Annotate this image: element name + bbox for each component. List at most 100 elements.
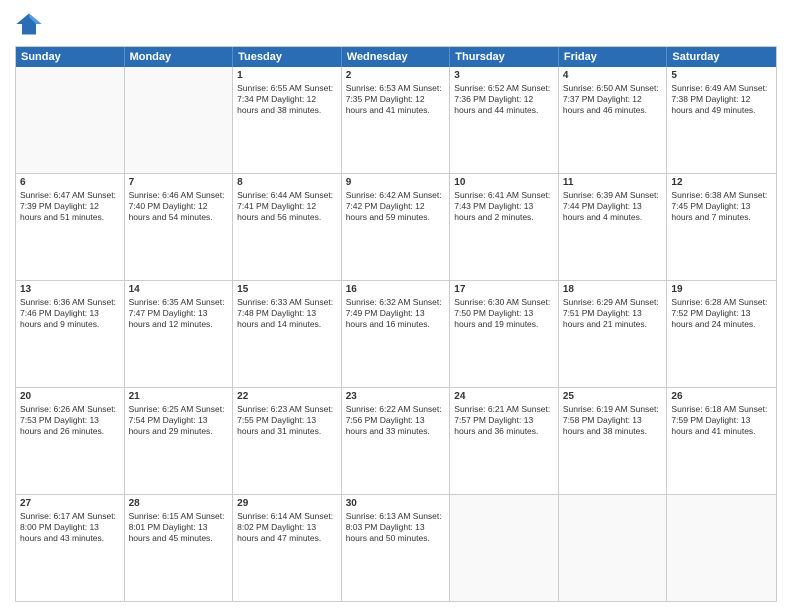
day-info: Sunrise: 6:47 AM Sunset: 7:39 PM Dayligh… bbox=[20, 190, 120, 223]
calendar-cell: 15 Sunrise: 6:33 AM Sunset: 7:48 PM Dayli… bbox=[233, 281, 342, 387]
day-info: Sunrise: 6:53 AM Sunset: 7:35 PM Dayligh… bbox=[346, 83, 446, 116]
calendar-cell: 16 Sunrise: 6:32 AM Sunset: 7:49 PM Dayli… bbox=[342, 281, 451, 387]
calendar-cell: 25 Sunrise: 6:19 AM Sunset: 7:58 PM Dayli… bbox=[559, 388, 668, 494]
calendar-cell: 12 Sunrise: 6:38 AM Sunset: 7:45 PM Dayli… bbox=[667, 174, 776, 280]
logo-icon bbox=[15, 10, 43, 38]
calendar-cell: 18 Sunrise: 6:29 AM Sunset: 7:51 PM Dayli… bbox=[559, 281, 668, 387]
day-info: Sunrise: 6:52 AM Sunset: 7:36 PM Dayligh… bbox=[454, 83, 554, 116]
calendar-cell: 4 Sunrise: 6:50 AM Sunset: 7:37 PM Daylig… bbox=[559, 67, 668, 173]
day-info: Sunrise: 6:21 AM Sunset: 7:57 PM Dayligh… bbox=[454, 404, 554, 437]
calendar-cell bbox=[125, 67, 234, 173]
header bbox=[15, 10, 777, 38]
day-info: Sunrise: 6:19 AM Sunset: 7:58 PM Dayligh… bbox=[563, 404, 663, 437]
day-info: Sunrise: 6:42 AM Sunset: 7:42 PM Dayligh… bbox=[346, 190, 446, 223]
day-number: 21 bbox=[129, 391, 229, 402]
calendar-cell: 13 Sunrise: 6:36 AM Sunset: 7:46 PM Dayli… bbox=[16, 281, 125, 387]
day-number: 6 bbox=[20, 177, 120, 188]
page: SundayMondayTuesdayWednesdayThursdayFrid… bbox=[0, 0, 792, 612]
calendar-cell: 10 Sunrise: 6:41 AM Sunset: 7:43 PM Dayli… bbox=[450, 174, 559, 280]
day-number: 15 bbox=[237, 284, 337, 295]
calendar-cell: 9 Sunrise: 6:42 AM Sunset: 7:42 PM Daylig… bbox=[342, 174, 451, 280]
calendar-cell: 14 Sunrise: 6:35 AM Sunset: 7:47 PM Dayli… bbox=[125, 281, 234, 387]
calendar-body: 1Sunrise: 6:55 AM Sunset: 7:34 PM Daylig… bbox=[16, 67, 776, 601]
calendar-cell: 27 Sunrise: 6:17 AM Sunset: 8:00 PM Dayli… bbox=[16, 495, 125, 601]
day-info: Sunrise: 6:25 AM Sunset: 7:54 PM Dayligh… bbox=[129, 404, 229, 437]
calendar-cell: 26Sunrise: 6:18 AM Sunset: 7:59 PM Dayli… bbox=[667, 388, 776, 494]
day-info: Sunrise: 6:36 AM Sunset: 7:46 PM Dayligh… bbox=[20, 297, 120, 330]
weekday-header: Thursday bbox=[450, 47, 559, 67]
day-info: Sunrise: 6:15 AM Sunset: 8:01 PM Dayligh… bbox=[129, 511, 229, 544]
day-number: 24 bbox=[454, 391, 554, 402]
day-number: 26 bbox=[671, 391, 772, 402]
day-number: 14 bbox=[129, 284, 229, 295]
calendar-row: 20Sunrise: 6:26 AM Sunset: 7:53 PM Dayli… bbox=[16, 387, 776, 494]
day-number: 10 bbox=[454, 177, 554, 188]
day-info: Sunrise: 6:50 AM Sunset: 7:37 PM Dayligh… bbox=[563, 83, 663, 116]
calendar-cell: 23 Sunrise: 6:22 AM Sunset: 7:56 PM Dayli… bbox=[342, 388, 451, 494]
logo bbox=[15, 10, 47, 38]
calendar-row: 6 Sunrise: 6:47 AM Sunset: 7:39 PM Daylig… bbox=[16, 173, 776, 280]
day-number: 12 bbox=[671, 177, 772, 188]
day-info: Sunrise: 6:38 AM Sunset: 7:45 PM Dayligh… bbox=[671, 190, 772, 223]
day-info: Sunrise: 6:41 AM Sunset: 7:43 PM Dayligh… bbox=[454, 190, 554, 223]
weekday-header: Monday bbox=[125, 47, 234, 67]
day-number: 30 bbox=[346, 498, 446, 509]
day-info: Sunrise: 6:49 AM Sunset: 7:38 PM Dayligh… bbox=[671, 83, 772, 116]
day-info: Sunrise: 6:35 AM Sunset: 7:47 PM Dayligh… bbox=[129, 297, 229, 330]
weekday-header: Wednesday bbox=[342, 47, 451, 67]
calendar-cell: 1Sunrise: 6:55 AM Sunset: 7:34 PM Daylig… bbox=[233, 67, 342, 173]
day-info: Sunrise: 6:39 AM Sunset: 7:44 PM Dayligh… bbox=[563, 190, 663, 223]
calendar-cell: 21 Sunrise: 6:25 AM Sunset: 7:54 PM Dayli… bbox=[125, 388, 234, 494]
calendar-cell: 19 Sunrise: 6:28 AM Sunset: 7:52 PM Dayli… bbox=[667, 281, 776, 387]
day-number: 11 bbox=[563, 177, 663, 188]
day-number: 7 bbox=[129, 177, 229, 188]
day-info: Sunrise: 6:26 AM Sunset: 7:53 PM Dayligh… bbox=[20, 404, 120, 437]
day-number: 1 bbox=[237, 70, 337, 81]
calendar-cell: 2 Sunrise: 6:53 AM Sunset: 7:35 PM Daylig… bbox=[342, 67, 451, 173]
calendar-cell: 6 Sunrise: 6:47 AM Sunset: 7:39 PM Daylig… bbox=[16, 174, 125, 280]
day-number: 4 bbox=[563, 70, 663, 81]
day-number: 13 bbox=[20, 284, 120, 295]
day-info: Sunrise: 6:17 AM Sunset: 8:00 PM Dayligh… bbox=[20, 511, 120, 544]
day-number: 27 bbox=[20, 498, 120, 509]
calendar-cell: 7 Sunrise: 6:46 AM Sunset: 7:40 PM Daylig… bbox=[125, 174, 234, 280]
weekday-header: Friday bbox=[559, 47, 668, 67]
calendar-cell: 29Sunrise: 6:14 AM Sunset: 8:02 PM Dayli… bbox=[233, 495, 342, 601]
day-info: Sunrise: 6:33 AM Sunset: 7:48 PM Dayligh… bbox=[237, 297, 337, 330]
day-number: 25 bbox=[563, 391, 663, 402]
day-number: 16 bbox=[346, 284, 446, 295]
calendar-cell bbox=[667, 495, 776, 601]
day-info: Sunrise: 6:32 AM Sunset: 7:49 PM Dayligh… bbox=[346, 297, 446, 330]
day-number: 5 bbox=[671, 70, 772, 81]
calendar-cell: 30Sunrise: 6:13 AM Sunset: 8:03 PM Dayli… bbox=[342, 495, 451, 601]
day-number: 3 bbox=[454, 70, 554, 81]
day-info: Sunrise: 6:22 AM Sunset: 7:56 PM Dayligh… bbox=[346, 404, 446, 437]
calendar-cell: 5 Sunrise: 6:49 AM Sunset: 7:38 PM Daylig… bbox=[667, 67, 776, 173]
day-info: Sunrise: 6:30 AM Sunset: 7:50 PM Dayligh… bbox=[454, 297, 554, 330]
calendar-row: 27 Sunrise: 6:17 AM Sunset: 8:00 PM Dayli… bbox=[16, 494, 776, 601]
calendar-cell: 11 Sunrise: 6:39 AM Sunset: 7:44 PM Dayli… bbox=[559, 174, 668, 280]
calendar-cell bbox=[559, 495, 668, 601]
day-info: Sunrise: 6:46 AM Sunset: 7:40 PM Dayligh… bbox=[129, 190, 229, 223]
calendar: SundayMondayTuesdayWednesdayThursdayFrid… bbox=[15, 46, 777, 602]
calendar-cell bbox=[450, 495, 559, 601]
calendar-cell: 24 Sunrise: 6:21 AM Sunset: 7:57 PM Dayli… bbox=[450, 388, 559, 494]
calendar-cell: 3 Sunrise: 6:52 AM Sunset: 7:36 PM Daylig… bbox=[450, 67, 559, 173]
day-number: 17 bbox=[454, 284, 554, 295]
day-number: 28 bbox=[129, 498, 229, 509]
day-info: Sunrise: 6:29 AM Sunset: 7:51 PM Dayligh… bbox=[563, 297, 663, 330]
calendar-row: 1Sunrise: 6:55 AM Sunset: 7:34 PM Daylig… bbox=[16, 67, 776, 173]
day-number: 18 bbox=[563, 284, 663, 295]
day-number: 19 bbox=[671, 284, 772, 295]
day-info: Sunrise: 6:44 AM Sunset: 7:41 PM Dayligh… bbox=[237, 190, 337, 223]
day-number: 29 bbox=[237, 498, 337, 509]
day-number: 23 bbox=[346, 391, 446, 402]
day-number: 22 bbox=[237, 391, 337, 402]
weekday-header: Saturday bbox=[667, 47, 776, 67]
calendar-cell: 28 Sunrise: 6:15 AM Sunset: 8:01 PM Dayli… bbox=[125, 495, 234, 601]
calendar-row: 13 Sunrise: 6:36 AM Sunset: 7:46 PM Dayli… bbox=[16, 280, 776, 387]
day-number: 2 bbox=[346, 70, 446, 81]
day-info: Sunrise: 6:28 AM Sunset: 7:52 PM Dayligh… bbox=[671, 297, 772, 330]
calendar-cell: 22Sunrise: 6:23 AM Sunset: 7:55 PM Dayli… bbox=[233, 388, 342, 494]
day-number: 9 bbox=[346, 177, 446, 188]
